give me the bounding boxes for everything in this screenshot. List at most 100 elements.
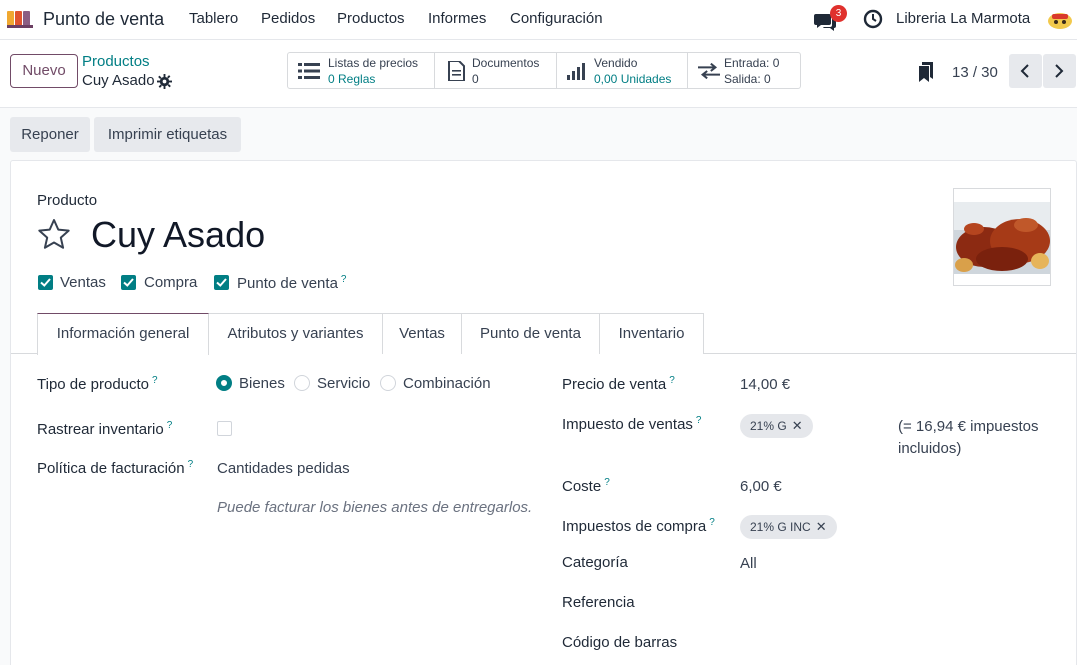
documents-value: 0 [472, 72, 479, 86]
sold-smart-button[interactable]: Vendido 0,00 Unidades [557, 53, 688, 88]
invoice-policy-hint: Puede facturar los bienes antes de entre… [217, 499, 533, 516]
user-avatar[interactable] [1046, 6, 1074, 32]
product-name-field[interactable]: Cuy Asado [91, 214, 265, 256]
help-tooltip-icon[interactable]: ? [604, 477, 610, 488]
sales-tax-label-text: Impuesto de ventas [562, 416, 693, 433]
chat-button[interactable]: 3 [814, 5, 847, 33]
help-tooltip-icon[interactable]: ? [696, 415, 702, 426]
print-labels-button[interactable]: Imprimir etiquetas [94, 117, 241, 152]
category-label: Categoría [562, 554, 628, 571]
tab-attributes-variants[interactable]: Atributos y variantes [208, 313, 383, 354]
invoice-policy-select[interactable]: Cantidades pedidas [217, 460, 350, 477]
breadcrumb-parent[interactable]: Productos [82, 53, 150, 70]
sold-value: 0,00 Unidades [594, 72, 672, 86]
transfer-arrows-icon [698, 62, 720, 80]
purchase-ok-checkbox[interactable] [121, 275, 136, 290]
help-tooltip-icon[interactable]: ? [188, 459, 194, 470]
chart-bars-icon [567, 63, 585, 80]
control-panel: Nuevo Productos Cuy Asado Listas de prec… [0, 40, 1077, 108]
cost-label: Coste? [562, 477, 610, 495]
nav-item-tablero[interactable]: Tablero [189, 10, 238, 27]
checkmark-icon [216, 278, 227, 287]
help-tooltip-icon[interactable]: ? [669, 375, 675, 386]
radio-service-label[interactable]: Servicio [317, 375, 370, 392]
track-inventory-label-text: Rastrear inventario [37, 421, 164, 438]
invoice-policy-label: Política de facturación? [37, 459, 193, 477]
pager-value[interactable]: 13 / 30 [952, 64, 998, 81]
pricelists-smart-button[interactable]: Listas de precios 0 Reglas [288, 53, 435, 88]
track-inventory-checkbox[interactable] [217, 421, 232, 436]
nav-item-pedidos[interactable]: Pedidos [261, 10, 315, 27]
checkmark-icon [123, 278, 134, 287]
product-form-sheet: Producto Cuy Asado Ventas Compra Punto d… [10, 160, 1077, 665]
sale-ok-label: Ventas [60, 274, 106, 291]
tab-general-info[interactable]: Información general [37, 313, 209, 355]
new-button[interactable]: Nuevo [10, 54, 78, 88]
purchase-tax-tag-label: 21% G INC [750, 520, 811, 534]
tab-point-of-sale[interactable]: Punto de venta [461, 313, 600, 354]
product-type-label-text: Tipo de producto [37, 376, 150, 393]
category-select[interactable]: All [740, 555, 757, 572]
company-switcher[interactable]: Libreria La Marmota [896, 10, 1030, 27]
replenish-button[interactable]: Reponer [10, 117, 90, 152]
radio-service[interactable] [294, 375, 310, 391]
pos-ok-label-text: Punto de venta [237, 275, 338, 292]
pos-ok-label: Punto de venta? [237, 274, 346, 292]
radio-combo[interactable] [380, 375, 396, 391]
pager-previous-button[interactable] [1009, 54, 1042, 88]
bookmark-icon[interactable] [919, 62, 933, 82]
documents-smart-button[interactable]: Documentos 0 [435, 53, 557, 88]
nav-item-configuracion[interactable]: Configuración [510, 10, 603, 27]
in-count: Entrada: 0 [724, 56, 780, 70]
tab-sales[interactable]: Ventas [382, 313, 462, 354]
chevron-left-icon [1020, 64, 1029, 78]
sale-price-input[interactable]: 14,00 € [740, 376, 790, 393]
sales-tax-label: Impuesto de ventas? [562, 415, 701, 433]
app-logo-icon[interactable] [6, 9, 36, 29]
clock-icon[interactable] [863, 9, 883, 29]
tab-inventory[interactable]: Inventario [599, 313, 704, 354]
sale-price-label-text: Precio de venta [562, 376, 667, 393]
remove-tag-icon[interactable]: ✕ [792, 418, 803, 433]
list-icon [298, 63, 320, 79]
radio-combo-label[interactable]: Combinación [403, 375, 491, 392]
smart-buttons: Listas de precios 0 Reglas Documentos 0 … [287, 52, 801, 89]
remove-tag-icon[interactable]: ✕ [816, 519, 827, 534]
in-out-smart-button[interactable]: Entrada: 0 Salida: 0 [688, 53, 800, 88]
nav-item-productos[interactable]: Productos [337, 10, 405, 27]
sale-ok-checkbox[interactable] [38, 275, 53, 290]
cost-input[interactable]: 6,00 € [740, 478, 782, 495]
purchase-tax-label: Impuestos de compra? [562, 517, 715, 535]
radio-goods[interactable] [216, 375, 232, 391]
tax-included-note: (= 16,94 € impuestos incluidos) [898, 418, 1039, 457]
help-tooltip-icon[interactable]: ? [152, 375, 158, 386]
roast-guinea-pig-photo [954, 202, 1050, 274]
help-tooltip-icon[interactable]: ? [167, 420, 173, 431]
favorite-star-icon[interactable] [37, 218, 71, 250]
out-count: Salida: 0 [724, 72, 771, 86]
help-tooltip-icon[interactable]: ? [341, 274, 347, 285]
product-type-heading: Producto [37, 192, 98, 209]
sold-title: Vendido [594, 56, 638, 70]
radio-goods-label[interactable]: Bienes [239, 375, 285, 392]
app-name[interactable]: Punto de venta [43, 9, 164, 30]
document-icon [448, 61, 465, 81]
documents-title: Documentos [472, 56, 540, 70]
pricelists-title: Listas de precios [328, 56, 419, 70]
purchase-tax-tag[interactable]: 21% G INC ✕ [740, 515, 837, 539]
pager-next-button[interactable] [1043, 54, 1076, 88]
cost-label-text: Coste [562, 478, 602, 495]
checkmark-icon [40, 278, 51, 287]
top-navbar: Punto de venta Tablero Pedidos Productos… [0, 0, 1077, 40]
nav-item-informes[interactable]: Informes [428, 10, 486, 27]
gear-icon[interactable] [157, 74, 172, 89]
pricelists-value: 0 Reglas [328, 72, 376, 86]
sales-tax-tag[interactable]: 21% G ✕ [740, 414, 813, 438]
product-image[interactable] [953, 188, 1051, 286]
track-inventory-label: Rastrear inventario? [37, 420, 172, 438]
reference-label: Referencia [562, 594, 635, 611]
help-tooltip-icon[interactable]: ? [709, 517, 715, 528]
product-type-label: Tipo de producto? [37, 375, 158, 393]
pos-ok-checkbox[interactable] [214, 275, 229, 290]
purchase-tax-label-text: Impuestos de compra [562, 518, 707, 535]
